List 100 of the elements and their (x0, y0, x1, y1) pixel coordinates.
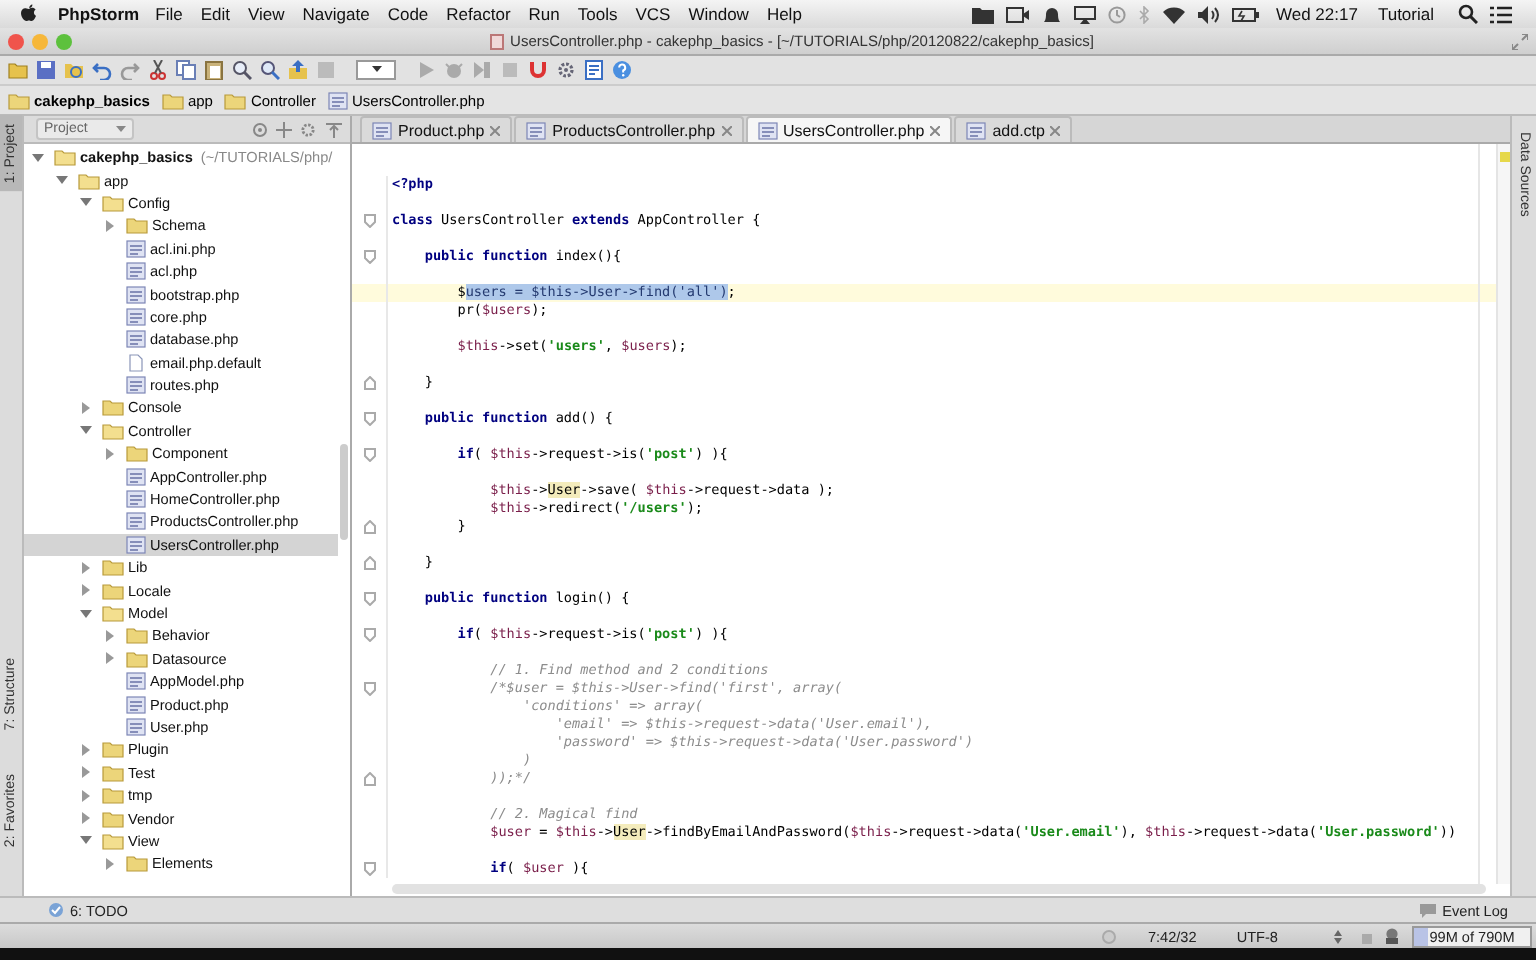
undo-icon[interactable] (92, 60, 112, 80)
editor-tab[interactable]: UsersController.php (745, 116, 953, 142)
close-icon[interactable] (1050, 125, 1061, 135)
search-icon[interactable] (232, 60, 252, 80)
fold-marker-icon[interactable] (363, 556, 375, 570)
settings-icon[interactable] (300, 121, 318, 137)
editor-tab[interactable]: Product.php (360, 116, 513, 142)
doc-icon[interactable] (584, 60, 604, 80)
menu-item[interactable]: Help (766, 4, 802, 24)
clock-text[interactable]: Wed 22:17 (1276, 4, 1358, 24)
target-icon[interactable] (252, 121, 268, 137)
expanded-arrow-icon[interactable] (80, 607, 92, 619)
battery-icon[interactable] (1232, 5, 1260, 23)
menu-item[interactable]: Tools (577, 4, 618, 24)
folder-icon (102, 831, 124, 850)
folder-icon (126, 649, 148, 668)
fold-marker-icon[interactable] (363, 592, 375, 606)
run-config-dropdown[interactable] (356, 60, 396, 80)
collapsed-arrow-icon[interactable] (80, 561, 92, 574)
replace-icon[interactable] (260, 60, 280, 80)
menu-item[interactable]: VCS (635, 4, 671, 24)
save-icon[interactable] (36, 60, 56, 80)
close-window-button[interactable] (8, 33, 24, 49)
menu-item[interactable]: Navigate (302, 4, 370, 24)
expanded-arrow-icon[interactable] (80, 196, 92, 209)
menu-item[interactable]: Refactor (446, 4, 511, 24)
inspector-icon[interactable] (1384, 928, 1400, 944)
menu-item[interactable]: Run (528, 4, 560, 24)
collapsed-arrow-icon[interactable] (104, 447, 116, 460)
collapsed-arrow-icon[interactable] (80, 812, 92, 825)
close-icon[interactable] (490, 125, 501, 135)
close-icon[interactable] (721, 125, 732, 135)
fold-marker-icon[interactable] (363, 772, 375, 786)
fold-marker-icon[interactable] (363, 628, 375, 642)
hide-panel-icon[interactable] (326, 121, 342, 137)
bluetooth-icon[interactable] (1138, 5, 1150, 23)
menu-item[interactable]: Edit (200, 4, 230, 24)
close-icon[interactable] (930, 125, 941, 135)
fold-marker-icon[interactable] (363, 376, 375, 390)
sync-icon[interactable] (64, 60, 84, 80)
expanded-arrow-icon[interactable] (32, 151, 44, 164)
clock-icon[interactable] (1108, 5, 1126, 23)
bug-icon[interactable] (444, 60, 464, 80)
list-icon[interactable] (1490, 5, 1512, 23)
collapsed-arrow-icon[interactable] (104, 652, 116, 665)
collapsed-arrow-icon[interactable] (80, 401, 92, 414)
fullscreen-icon[interactable] (1512, 33, 1528, 49)
editor-tab[interactable]: add.ctp (954, 116, 1073, 142)
zoom-window-button[interactable] (56, 33, 72, 49)
menu-item[interactable]: File (155, 4, 183, 24)
apple-logo-icon[interactable] (20, 4, 38, 24)
fold-marker-icon[interactable] (363, 520, 375, 534)
camera-icon[interactable] (1006, 5, 1030, 23)
expanded-arrow-icon[interactable] (80, 834, 92, 847)
collapsed-arrow-icon[interactable] (80, 584, 92, 597)
upload-icon[interactable] (288, 60, 308, 80)
menu-item[interactable]: View (247, 4, 285, 24)
fold-marker-icon[interactable] (363, 412, 375, 426)
redo-icon[interactable] (120, 60, 140, 80)
copy-icon[interactable] (176, 60, 196, 80)
volume-icon[interactable] (1198, 5, 1220, 23)
expanded-arrow-icon[interactable] (80, 424, 92, 437)
collapsed-arrow-icon[interactable] (80, 743, 92, 756)
menu-item[interactable]: Window (688, 4, 749, 24)
square-icon[interactable] (316, 60, 336, 80)
collapsed-arrow-icon[interactable] (80, 766, 92, 779)
lock-icon[interactable] (1362, 928, 1372, 944)
cut-icon[interactable] (148, 60, 168, 80)
folder-icon[interactable] (972, 5, 994, 23)
paste-icon[interactable] (204, 60, 224, 80)
bell-icon[interactable] (1042, 5, 1062, 23)
wifi-icon[interactable] (1162, 5, 1186, 23)
expand-collapse-icon[interactable] (276, 121, 292, 137)
collapsed-arrow-icon[interactable] (104, 629, 116, 642)
settings-icon[interactable] (556, 60, 576, 80)
folder-icon (8, 91, 30, 109)
expanded-arrow-icon[interactable] (56, 174, 68, 187)
step-icon[interactable] (472, 60, 492, 80)
fold-marker-icon[interactable] (363, 682, 375, 696)
warning-marker[interactable] (1500, 152, 1510, 162)
collapsed-arrow-icon[interactable] (104, 219, 116, 232)
help-icon[interactable] (612, 60, 632, 80)
display-icon[interactable] (1074, 5, 1096, 23)
fold-marker-icon[interactable] (363, 250, 375, 264)
play-icon[interactable] (416, 60, 436, 80)
collapsed-arrow-icon[interactable] (80, 789, 92, 802)
collapsed-arrow-icon[interactable] (104, 857, 116, 870)
fold-marker-icon[interactable] (363, 214, 375, 228)
editor-tab[interactable]: ProductsController.php (514, 116, 744, 142)
stop-icon[interactable] (500, 60, 520, 80)
caret-icon (371, 66, 381, 74)
folder-icon (102, 398, 124, 417)
php-file-icon (126, 695, 146, 714)
user-name[interactable]: Tutorial (1377, 4, 1434, 24)
fold-marker-icon[interactable] (363, 862, 375, 876)
app-menu[interactable]: PhpStorm (58, 4, 140, 24)
search-icon[interactable] (1458, 4, 1478, 24)
magnet-icon[interactable] (528, 60, 548, 80)
fold-marker-icon[interactable] (363, 448, 375, 462)
menu-item[interactable]: Code (387, 4, 429, 24)
